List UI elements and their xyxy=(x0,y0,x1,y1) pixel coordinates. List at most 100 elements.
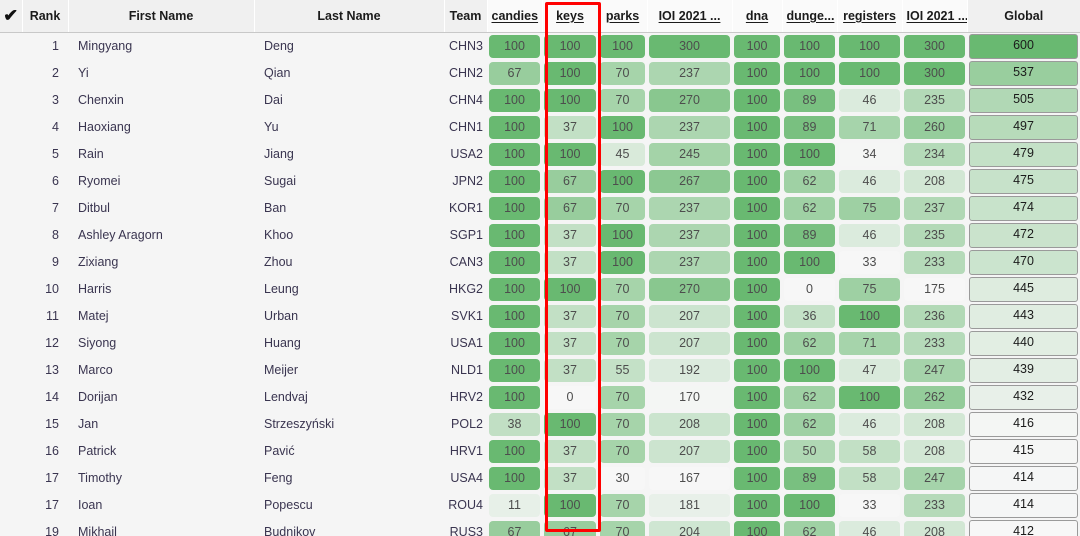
table-row[interactable]: 4 Haoxiang Yu CHN1 100 37 100 237 100 89 71 260 497 xyxy=(0,113,1080,141)
column-header-global[interactable]: Global xyxy=(967,0,1080,33)
column-header-candies[interactable]: candies xyxy=(487,0,543,33)
cell-ioi2: 247 xyxy=(902,356,967,384)
value-pill: 300 xyxy=(649,34,730,58)
column-header-rank[interactable]: Rank xyxy=(22,0,69,33)
row-select-cell[interactable] xyxy=(0,113,22,141)
column-header-ioi-2021-a[interactable]: IOI 2021 ... xyxy=(647,0,733,33)
cell-team: CHN4 xyxy=(444,86,487,114)
value-pill: 207 xyxy=(649,304,730,328)
column-header-team[interactable]: Team xyxy=(444,0,488,33)
cell-parks: 70 xyxy=(598,383,647,411)
global-value-pill: 432 xyxy=(969,384,1078,410)
row-select-cell[interactable] xyxy=(0,383,22,411)
value-pill: 46 xyxy=(839,412,900,436)
column-header-parks[interactable]: parks xyxy=(598,0,648,33)
row-select-cell[interactable] xyxy=(0,140,22,168)
cell-dna: 100 xyxy=(732,59,782,87)
cell-reg: 34 xyxy=(837,140,902,168)
value-pill: 75 xyxy=(839,277,900,301)
cell-dunge: 89 xyxy=(782,221,837,249)
cell-first-name: Haoxiang xyxy=(68,113,254,141)
cell-parks: 70 xyxy=(598,437,647,465)
global-value-pill: 537 xyxy=(969,60,1078,86)
row-select-cell[interactable] xyxy=(0,356,22,384)
value-pill: 62 xyxy=(784,331,835,355)
select-all-header[interactable]: ✔ xyxy=(0,0,23,33)
row-select-cell[interactable] xyxy=(0,275,22,303)
cell-last-name: Zhou xyxy=(254,248,444,276)
row-select-cell[interactable] xyxy=(0,32,22,60)
cell-parks: 100 xyxy=(598,167,647,195)
table-row[interactable]: 2 Yi Qian CHN2 67 100 70 237 100 100 100 300 537 xyxy=(0,59,1080,87)
row-select-cell[interactable] xyxy=(0,194,22,222)
value-pill: 233 xyxy=(904,331,965,355)
row-select-cell[interactable] xyxy=(0,437,22,465)
cell-team: RUS3 xyxy=(444,518,487,536)
value-pill: 62 xyxy=(784,385,835,409)
value-pill: 100 xyxy=(839,304,900,328)
table-row[interactable]: 17 Timothy Feng USA4 100 37 30 167 100 89 58 247 414 xyxy=(0,464,1080,492)
row-select-cell[interactable] xyxy=(0,410,22,438)
global-value-pill: 497 xyxy=(969,114,1078,140)
table-row[interactable]: 1 Mingyang Deng CHN3 100 100 100 300 100 100 100 30… xyxy=(0,32,1080,60)
table-row[interactable]: 16 Patrick Pavić HRV1 100 37 70 207 100 50 58 208 41… xyxy=(0,437,1080,465)
row-select-cell[interactable] xyxy=(0,464,22,492)
column-header-registers[interactable]: registers xyxy=(837,0,903,33)
row-select-cell[interactable] xyxy=(0,302,22,330)
global-value-pill: 415 xyxy=(969,438,1078,464)
value-pill: 38 xyxy=(489,412,540,436)
global-value-pill: 414 xyxy=(969,492,1078,518)
row-select-cell[interactable] xyxy=(0,221,22,249)
cell-candies: 100 xyxy=(487,167,542,195)
column-header-last-name[interactable]: Last Name xyxy=(254,0,445,33)
row-select-cell[interactable] xyxy=(0,59,22,87)
column-header-dna[interactable]: dna xyxy=(732,0,783,33)
column-header-dungeons[interactable]: dunge... xyxy=(782,0,838,33)
row-select-cell[interactable] xyxy=(0,248,22,276)
table-row[interactable]: 5 Rain Jiang USA2 100 100 45 245 100 100 34 234 479 xyxy=(0,140,1080,168)
table-row[interactable]: 6 Ryomei Sugai JPN2 100 67 100 267 100 62 46 208 475 xyxy=(0,167,1080,195)
row-select-cell[interactable] xyxy=(0,86,22,114)
table-row[interactable]: 3 Chenxin Dai CHN4 100 100 70 270 100 89 46 235 505 xyxy=(0,86,1080,114)
table-row[interactable]: 14 Dorijan Lendvaj HRV2 100 0 70 170 100 62 100 262… xyxy=(0,383,1080,411)
column-header-first-name[interactable]: First Name xyxy=(68,0,255,33)
row-select-cell[interactable] xyxy=(0,491,22,519)
table-row[interactable]: 13 Marco Meijer NLD1 100 37 55 192 100 100 47 247 43… xyxy=(0,356,1080,384)
table-row[interactable]: 9 Zixiang Zhou CAN3 100 37 100 237 100 100 33 233 47… xyxy=(0,248,1080,276)
cell-dunge: 62 xyxy=(782,410,837,438)
results-grid[interactable]: ✔ Rank First Name Last Name Team candies… xyxy=(0,0,1080,536)
value-pill: 208 xyxy=(904,520,965,536)
value-pill: 100 xyxy=(544,61,596,85)
table-row[interactable]: 12 Siyong Huang USA1 100 37 70 207 100 62 71 233 440 xyxy=(0,329,1080,357)
cell-keys: 37 xyxy=(542,356,598,384)
cell-last-name: Huang xyxy=(254,329,444,357)
cell-last-name: Lendvaj xyxy=(254,383,444,411)
cell-ioi1: 300 xyxy=(647,32,732,60)
table-row[interactable]: 15 Jan Strzeszyński POL2 38 100 70 208 100 62 46 20… xyxy=(0,410,1080,438)
cell-last-name: Deng xyxy=(254,32,444,60)
row-select-cell[interactable] xyxy=(0,518,22,536)
cell-ioi1: 237 xyxy=(647,194,732,222)
table-row[interactable]: 7 Ditbul Ban KOR1 100 67 70 237 100 62 75 237 474 xyxy=(0,194,1080,222)
cell-team: HRV1 xyxy=(444,437,487,465)
cell-dna: 100 xyxy=(732,464,782,492)
table-row[interactable]: 17 Ioan Popescu ROU4 11 100 70 181 100 100 33 233 41… xyxy=(0,491,1080,519)
cell-ioi1: 204 xyxy=(647,518,732,536)
cell-ioi1: 270 xyxy=(647,275,732,303)
checkmark-icon[interactable]: ✔ xyxy=(0,1,21,31)
column-header-keys[interactable]: keys xyxy=(542,0,599,33)
cell-dna: 100 xyxy=(732,437,782,465)
row-select-cell[interactable] xyxy=(0,329,22,357)
value-pill: 100 xyxy=(489,466,540,490)
cell-team: SVK1 xyxy=(444,302,487,330)
table-row[interactable]: 19 Mikhail Budnikov RUS3 67 67 70 204 100 62 46 208… xyxy=(0,518,1080,536)
value-pill: 37 xyxy=(544,115,596,139)
cell-ioi1: 181 xyxy=(647,491,732,519)
row-select-cell[interactable] xyxy=(0,167,22,195)
column-header-ioi-2021-b[interactable]: IOI 2021 ... xyxy=(902,0,968,33)
table-row[interactable]: 11 Matej Urban SVK1 100 37 70 207 100 36 100 236 443 xyxy=(0,302,1080,330)
table-row[interactable]: 8 Ashley Aragorn Khoo SGP1 100 37 100 237 100 89 4… xyxy=(0,221,1080,249)
global-value-pill: 412 xyxy=(969,519,1078,536)
value-pill: 50 xyxy=(784,439,835,463)
table-row[interactable]: 10 Harris Leung HKG2 100 100 70 270 100 0 75 175 445 xyxy=(0,275,1080,303)
